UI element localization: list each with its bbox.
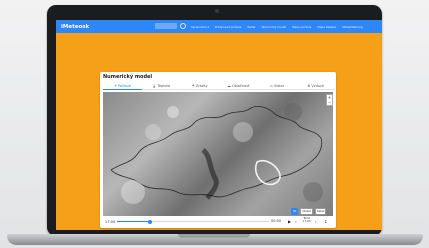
nav-link-radar[interactable]: Radar [247,25,255,29]
time-slider-handle[interactable] [148,219,153,224]
air-icon: ⚙ [307,83,311,88]
nav-link-model[interactable]: Numerický model [262,25,287,29]
tab-label: Vietor [273,83,285,88]
tab-label: Teplota [157,83,171,88]
search-icon[interactable] [180,23,186,29]
tab-label: Počasie [117,83,131,88]
numeric-model-panel: Numerický model ☀ Počasie 🌡 Teplota ☂ Zr… [100,72,336,228]
sun-icon: ☀ [113,83,117,88]
tab-weather[interactable]: ☀ Počasie [103,82,142,90]
zoom-controls: + − [326,94,333,106]
now-time: 17:00 [303,220,311,223]
panel-title: Numerický model [103,74,153,80]
time-slider-fill [117,221,151,222]
site-header: iMeteosk Sprievodca ▾ Predpoveď počasia … [56,20,382,33]
map-overlay [110,103,323,204]
download-icon[interactable]: ↧ [324,219,327,224]
tab-label: Oblačnosť [231,83,250,88]
tab-clouds[interactable]: ☁ Oblačnosť [219,82,258,90]
wind-icon: ≈ [269,83,273,88]
laptop-notch [178,234,250,238]
view-region-button[interactable]: Oblast [300,208,313,215]
time-end: 00:00 [271,219,282,223]
time-start: 17:00 [105,219,116,224]
next-icon[interactable]: › [315,219,317,224]
weather-map[interactable]: + − SK Oblast Detail [103,92,333,216]
site-logo[interactable]: iMeteosk [61,24,89,30]
tab-label: Vzduch [311,83,325,88]
nav-link-guide[interactable]: Sprievodca ▾ [191,25,209,29]
tab-precipitation[interactable]: ☂ Zrážky [180,82,220,90]
cloud-patch [233,122,253,142]
tab-air[interactable]: ⚙ Vzduch [296,82,336,90]
nav-link-forecast[interactable]: Predpoveď počasia [215,25,241,29]
current-time: Teraz 17:00 [303,217,310,223]
time-slider-bar: 17:00 00:00 ▶ ‹ Teraz 17:00 › ↧ [103,217,333,226]
nav-link-weather-map[interactable]: Mapa počasia [292,25,311,29]
tab-temperature[interactable]: 🌡 Teplota [141,82,181,90]
dark-cloud-band [201,148,219,200]
cloud-icon: ☁ [227,83,231,88]
main-nav: Sprievodca ▾ Predpoveď počasia Radar Num… [191,20,363,33]
nav-link-lightning[interactable]: Mapa bleskov [317,25,336,29]
umbrella-icon: ☂ [191,83,195,88]
model-tabs: ☀ Počasie 🌡 Teplota ☂ Zrážky ☁ Oblačnosť… [103,82,336,90]
prev-icon[interactable]: ‹ [295,219,297,224]
cloud-patch [303,182,323,202]
webcam [215,9,219,13]
nav-link-warnings[interactable]: MeteoWarning [342,25,362,29]
map-view-switch: SK Oblast Detail [291,208,327,215]
play-icon[interactable]: ▶ [288,219,291,224]
thermometer-icon: 🌡 [152,83,157,88]
search-input[interactable] [155,23,177,29]
tab-wind[interactable]: ≈ Vietor [257,82,297,90]
cloud-patch [284,103,302,121]
cloud-patch [145,124,161,140]
cloud-patch [121,180,145,204]
view-detail-button[interactable]: Detail [314,208,327,215]
view-sk-button[interactable]: SK [291,208,299,215]
tab-label: Zrážky [195,83,208,88]
zoom-out-button[interactable]: − [328,100,331,105]
time-slider[interactable] [117,219,269,224]
cloud-patch [167,106,179,118]
